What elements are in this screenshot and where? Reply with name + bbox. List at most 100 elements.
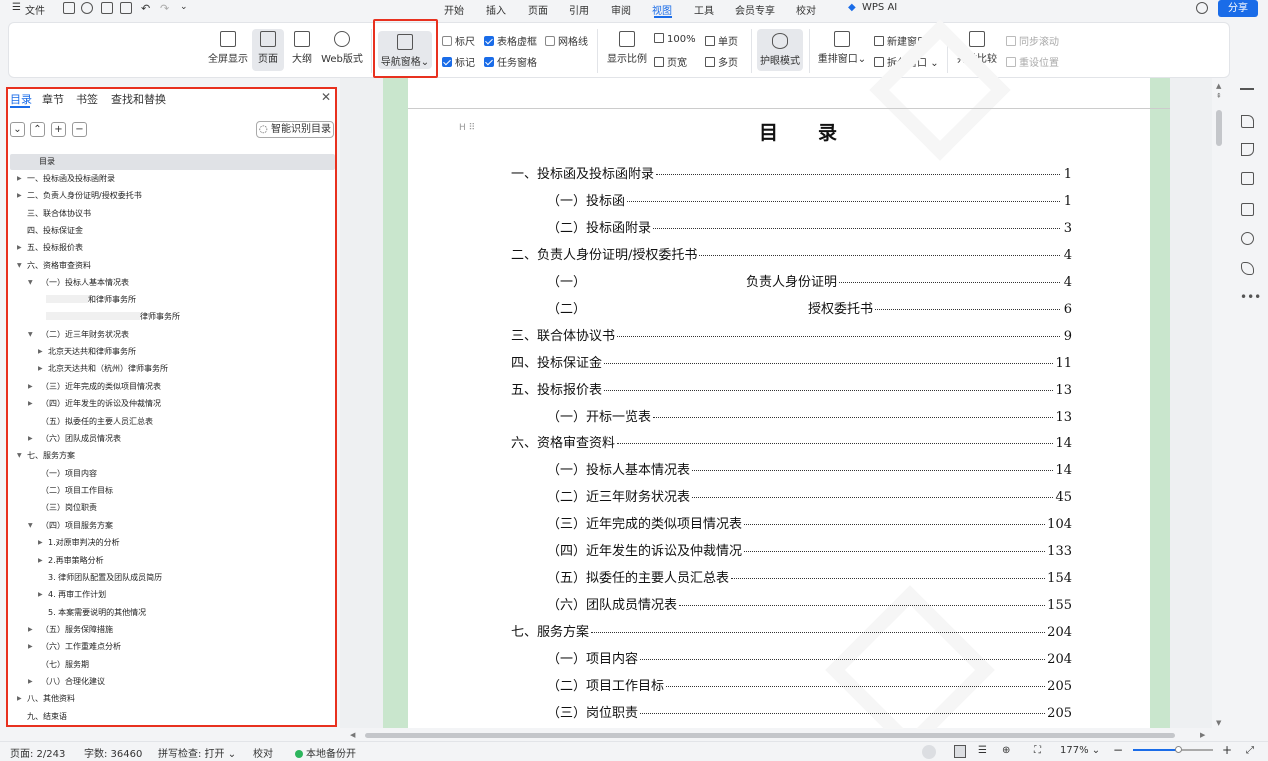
expand-all-button[interactable]: + xyxy=(51,122,66,137)
file-menu[interactable]: 文件 xyxy=(25,2,45,17)
caret-right-icon[interactable]: ▶ xyxy=(28,639,33,655)
scroll-up-icon[interactable]: ▲ xyxy=(1216,82,1221,90)
toc-item[interactable]: （一）项目内容 xyxy=(10,466,335,482)
toc-item[interactable]: ▶ （六）团队成员情况表 xyxy=(10,431,335,447)
toc-entry[interactable]: （二）项目工作目标 205 xyxy=(547,675,1072,695)
toc-entry[interactable]: （四）近年发生的诉讼及仲裁情况 133 xyxy=(547,540,1072,560)
print-preview-icon[interactable] xyxy=(120,2,132,14)
fit-screen-icon[interactable]: ⛶ xyxy=(1034,745,1041,756)
zoom-out-icon[interactable]: − xyxy=(1113,743,1123,757)
collapse-panel-icon[interactable] xyxy=(1240,88,1254,90)
caret-right-icon[interactable]: ▶ xyxy=(17,240,22,256)
toc-item[interactable]: 律师事务所 xyxy=(10,309,335,325)
toc-item[interactable]: （二）项目工作目标 xyxy=(10,483,335,499)
fullscreen-button[interactable]: 全屏显示 xyxy=(206,31,250,65)
toc-entry[interactable]: 六、资格审查资料 14 xyxy=(511,432,1072,452)
wps-ai-button[interactable]: WPS AI xyxy=(862,2,897,13)
redo-icon[interactable]: ↷ xyxy=(160,2,169,15)
scroll-down-icon[interactable]: ▼ xyxy=(1216,719,1221,727)
web-layout-button[interactable]: Web版式 xyxy=(321,31,363,65)
share-button[interactable]: 分享 xyxy=(1218,0,1258,17)
toc-item[interactable]: 目录 xyxy=(10,154,335,170)
caret-right-icon[interactable]: ▶ xyxy=(38,361,43,377)
caret-right-icon[interactable]: ▶ xyxy=(28,674,33,690)
collapse-all-button[interactable]: − xyxy=(72,122,87,137)
toc-item[interactable]: ▶ 1.对原审判决的分析 xyxy=(10,535,335,551)
toc-item[interactable]: ▶ 北京天达共和律师事务所 xyxy=(10,344,335,360)
tab-tools[interactable]: 工具 xyxy=(694,2,714,17)
undo-icon[interactable]: ↶ xyxy=(141,2,150,15)
caret-right-icon[interactable]: ▶ xyxy=(28,379,33,395)
toc-item[interactable]: ▶ 八、其他资料 xyxy=(10,691,335,707)
toc-entry[interactable]: 四、投标保证金 11 xyxy=(511,352,1072,372)
tab-view[interactable]: 视图 xyxy=(652,2,672,17)
toc-entry[interactable]: （一）投标函 1 xyxy=(547,190,1072,210)
toc-item[interactable]: ▶ 2.再审策略分析 xyxy=(10,553,335,569)
toc-entry[interactable]: 三、联合体协议书 9 xyxy=(511,325,1072,345)
zoom-level[interactable]: 177% ⌄ xyxy=(1060,745,1100,756)
toc-entry[interactable]: 五、投标报价表 13 xyxy=(511,379,1072,399)
page-view-icon[interactable] xyxy=(954,745,966,758)
caret-right-icon[interactable]: ▶ xyxy=(28,622,33,638)
outline-view-icon[interactable]: ☰ xyxy=(978,745,987,756)
toc-item[interactable]: ▶ 一、投标函及投标函附录 xyxy=(10,171,335,187)
reset-position-button[interactable]: 重设位置 xyxy=(1006,54,1059,69)
eye-mode-icon[interactable] xyxy=(922,745,936,759)
toc-item[interactable]: ▼ 七、服务方案 xyxy=(10,448,335,464)
page-indicator[interactable]: 页面: 2/243 xyxy=(10,745,65,760)
zoom-in-icon[interactable]: + xyxy=(1222,743,1232,757)
caret-down-icon[interactable]: ▼ xyxy=(28,518,33,534)
task-pane-checkbox[interactable]: 任务窗格 xyxy=(484,54,537,69)
tab-bookmarks[interactable]: 书签 xyxy=(76,91,98,107)
collapse-up-button[interactable]: ⌃ xyxy=(30,122,45,137)
outline-button[interactable]: 大纲 xyxy=(287,31,317,65)
history-icon[interactable] xyxy=(1241,232,1254,245)
toc-entry[interactable]: （一） 负责人身份证明 4 xyxy=(547,271,1072,291)
toc-entry[interactable]: 七、服务方案 204 xyxy=(511,621,1072,641)
scroll-right-icon[interactable]: ▶ xyxy=(1200,731,1205,739)
caret-down-icon[interactable]: ▼ xyxy=(17,258,22,274)
print-icon[interactable] xyxy=(101,2,113,14)
toc-item[interactable]: ▼ （一）投标人基本情况表 xyxy=(10,275,335,291)
toc-item[interactable]: 三、联合体协议书 xyxy=(10,206,335,222)
caret-down-icon[interactable]: ▼ xyxy=(17,448,22,464)
image-edit-icon[interactable] xyxy=(1241,203,1254,216)
toc-item[interactable]: 和律师事务所 xyxy=(10,292,335,308)
toc-item[interactable]: ▶ （六）工作重难点分析 xyxy=(10,639,335,655)
page-view-button[interactable]: 页面 xyxy=(252,29,284,71)
more-icon[interactable]: ••• xyxy=(1240,290,1261,304)
cloud-icon[interactable] xyxy=(1196,2,1208,14)
toc-entry[interactable]: （五）拟委任的主要人员汇总表 154 xyxy=(547,567,1072,587)
toc-item[interactable]: ▶ 4. 再审工作计划 xyxy=(10,587,335,603)
toc-item[interactable]: （七）服务期 xyxy=(10,657,335,673)
web-view-icon[interactable]: ⊕ xyxy=(1002,745,1010,756)
toc-item[interactable]: ▼ （二）近三年财务状况表 xyxy=(10,327,335,343)
toc-item[interactable]: ▶ （三）近年完成的类似项目情况表 xyxy=(10,379,335,395)
toc-item[interactable]: 3. 律师团队配置及团队成员简历 xyxy=(10,570,335,586)
toc-item[interactable]: （五）拟委任的主要人员汇总表 xyxy=(10,414,335,430)
vertical-scroll-thumb[interactable] xyxy=(1216,110,1222,146)
sync-scroll-button[interactable]: 同步滚动 xyxy=(1006,33,1059,48)
tab-find-replace[interactable]: 查找和替换 xyxy=(111,91,166,107)
scroll-top-icon[interactable]: ⇞ xyxy=(1216,92,1222,100)
word-count[interactable]: 字数: 36460 xyxy=(84,745,142,760)
toc-item[interactable]: ▶ 二、负责人身份证明/授权委托书 xyxy=(10,188,335,204)
pen-icon[interactable] xyxy=(1241,115,1254,128)
marker-checkbox[interactable]: 标记 xyxy=(442,54,475,69)
toc-item[interactable]: 5. 本案需要说明的其他情况 xyxy=(10,605,335,621)
toc-entry[interactable]: （二）投标函附录 3 xyxy=(547,217,1072,237)
caret-right-icon[interactable]: ▶ xyxy=(17,171,22,187)
toc-entry[interactable]: （一）项目内容 204 xyxy=(547,648,1072,668)
toc-item[interactable]: ▶ 五、投标报价表 xyxy=(10,240,335,256)
toc-item[interactable]: ▶ （五）服务保障措施 xyxy=(10,622,335,638)
caret-right-icon[interactable]: ▶ xyxy=(17,691,22,707)
tab-review[interactable]: 审阅 xyxy=(611,2,631,17)
gridlines-checkbox[interactable]: 网格线 xyxy=(545,33,588,48)
toc-entry[interactable]: （三）近年完成的类似项目情况表 104 xyxy=(547,513,1072,533)
toc-entry[interactable]: （一）投标人基本情况表 14 xyxy=(547,459,1072,479)
smart-toc-button[interactable]: ◌ 智能识别目录 xyxy=(256,121,334,138)
table-grid-checkbox[interactable]: 表格虚框 xyxy=(484,33,537,48)
zoom-slider-handle[interactable] xyxy=(1175,746,1182,753)
zoom-ratio-button[interactable]: 显示比例 xyxy=(605,31,649,65)
toc-item[interactable]: ▶ （八）合理化建议 xyxy=(10,674,335,690)
